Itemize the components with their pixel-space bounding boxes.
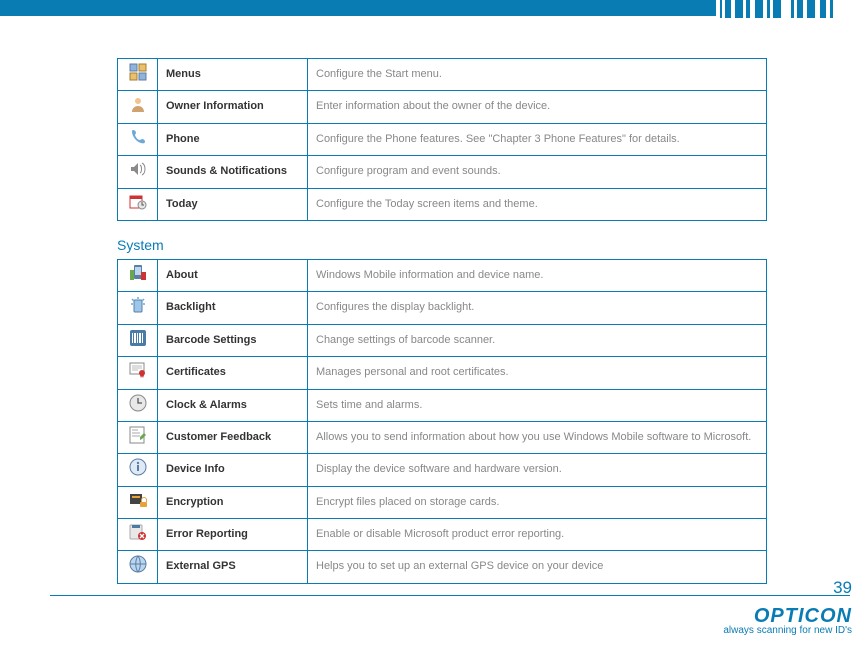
table-row: External GPS Helps you to set up an exte… — [118, 551, 767, 583]
setting-desc: Encrypt files placed on storage cards. — [308, 486, 767, 518]
setting-desc: Enable or disable Microsoft product erro… — [308, 519, 767, 551]
table-row: Menus Configure the Start menu. — [118, 59, 767, 91]
setting-desc: Configure program and event sounds. — [308, 156, 767, 188]
setting-desc: Display the device software and hardware… — [308, 454, 767, 486]
setting-name: Today — [158, 188, 308, 220]
setting-desc: Sets time and alarms. — [308, 389, 767, 421]
setting-name: External GPS — [158, 551, 308, 583]
sounds-icon — [129, 160, 147, 178]
owner-info-icon — [129, 95, 147, 113]
setting-name: Owner Information — [158, 91, 308, 123]
table-row: Barcode Settings Change settings of barc… — [118, 324, 767, 356]
page-content: Menus Configure the Start menu. Owner In… — [117, 58, 767, 584]
error-report-icon — [129, 523, 147, 541]
table-row: Clock & Alarms Sets time and alarms. — [118, 389, 767, 421]
setting-name: About — [158, 259, 308, 291]
table-row: Today Configure the Today screen items a… — [118, 188, 767, 220]
setting-desc: Change settings of barcode scanner. — [308, 324, 767, 356]
setting-desc: Configures the display backlight. — [308, 292, 767, 324]
setting-desc: Windows Mobile information and device na… — [308, 259, 767, 291]
table-row: Backlight Configures the display backlig… — [118, 292, 767, 324]
table-row: About Windows Mobile information and dev… — [118, 259, 767, 291]
setting-desc: Allows you to send information about how… — [308, 421, 767, 453]
setting-desc: Configure the Phone features. See "Chapt… — [308, 123, 767, 155]
setting-name: Device Info — [158, 454, 308, 486]
setting-name: Encryption — [158, 486, 308, 518]
table-row: Sounds & Notifications Configure program… — [118, 156, 767, 188]
setting-desc: Configure the Start menu. — [308, 59, 767, 91]
setting-desc: Helps you to set up an external GPS devi… — [308, 551, 767, 583]
setting-name: Barcode Settings — [158, 324, 308, 356]
setting-name: Clock & Alarms — [158, 389, 308, 421]
table-row: Owner Information Enter information abou… — [118, 91, 767, 123]
menus-icon — [129, 63, 147, 81]
about-icon — [129, 264, 147, 282]
setting-name: Customer Feedback — [158, 421, 308, 453]
encryption-icon — [129, 491, 147, 509]
setting-desc: Manages personal and root certificates. — [308, 357, 767, 389]
table-row: Certificates Manages personal and root c… — [118, 357, 767, 389]
phone-icon — [129, 128, 147, 146]
table-row: Device Info Display the device software … — [118, 454, 767, 486]
backlight-icon — [129, 296, 147, 314]
brand-tagline: always scanning for new ID's — [723, 625, 852, 636]
table-row: Customer Feedback Allows you to send inf… — [118, 421, 767, 453]
setting-name: Phone — [158, 123, 308, 155]
setting-desc: Enter information about the owner of the… — [308, 91, 767, 123]
device-info-icon — [129, 458, 147, 476]
setting-name: Sounds & Notifications — [158, 156, 308, 188]
setting-desc: Configure the Today screen items and the… — [308, 188, 767, 220]
personal-settings-table: Menus Configure the Start menu. Owner In… — [117, 58, 767, 221]
table-row: Phone Configure the Phone features. See … — [118, 123, 767, 155]
today-icon — [129, 193, 147, 211]
barcode-icon — [129, 329, 147, 347]
certificates-icon — [129, 361, 147, 379]
clock-icon — [129, 394, 147, 412]
table-row: Error Reporting Enable or disable Micros… — [118, 519, 767, 551]
setting-name: Certificates — [158, 357, 308, 389]
setting-name: Backlight — [158, 292, 308, 324]
footer-divider — [50, 595, 850, 596]
brand-logo: OPTICON always scanning for new ID's — [723, 605, 852, 636]
barcode-decoration — [716, 0, 866, 18]
gps-icon — [129, 555, 147, 573]
feedback-icon — [129, 426, 147, 444]
setting-name: Error Reporting — [158, 519, 308, 551]
section-heading-system: System — [117, 237, 767, 253]
setting-name: Menus — [158, 59, 308, 91]
table-row: Encryption Encrypt files placed on stora… — [118, 486, 767, 518]
system-settings-table: About Windows Mobile information and dev… — [117, 259, 767, 584]
